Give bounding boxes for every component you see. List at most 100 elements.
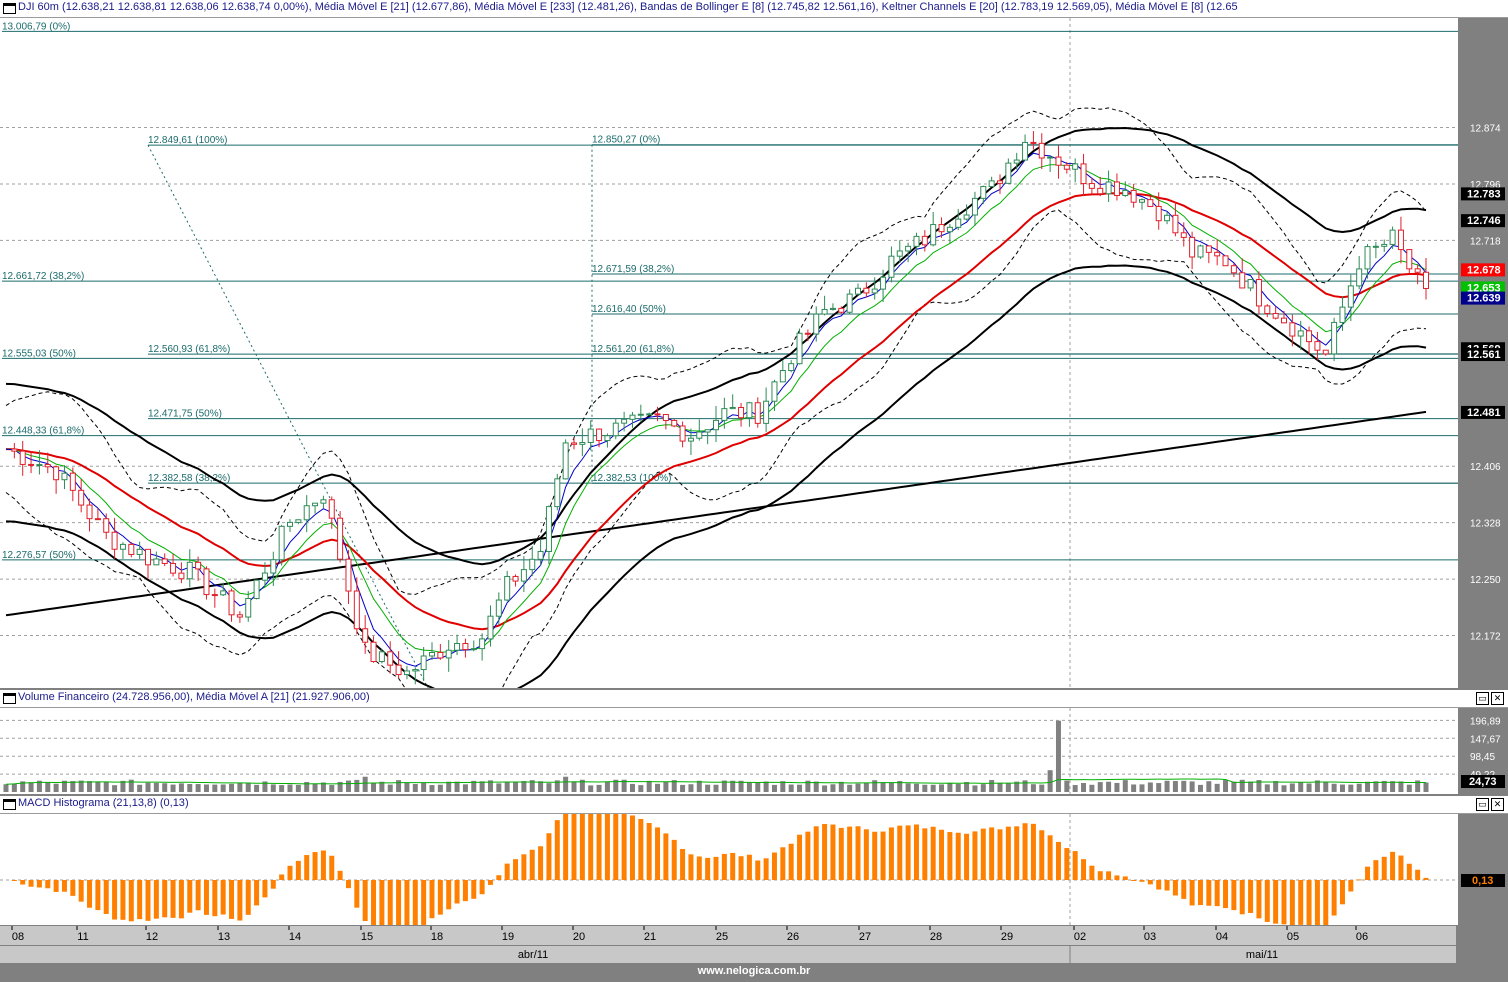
macd-value: 0,13: [163, 797, 185, 809]
macd-chart[interactable]: [0, 814, 1458, 925]
macd-bar: [621, 814, 627, 880]
volume-bar: [229, 783, 235, 792]
candle-body: [370, 641, 377, 662]
candle-body: [855, 287, 861, 295]
macd-bar: [245, 880, 251, 915]
restore-button[interactable]: ▭: [1476, 798, 1489, 811]
volume-bar: [1131, 784, 1137, 792]
volume-bar: [1097, 782, 1103, 792]
volume-bar: [162, 783, 168, 792]
candle-body: [1088, 183, 1095, 189]
macd-bar: [822, 824, 828, 880]
candle-body: [454, 643, 461, 651]
time-axis[interactable]: 08 11 12 13 14 15 18 19 20 21 25 26 27 28 29 02 03 04 05 06: [0, 926, 1456, 945]
macd-bar: [1323, 880, 1329, 925]
close-button[interactable]: ✕: [1491, 692, 1504, 705]
macd-bar: [763, 858, 769, 880]
macd-bar: [462, 880, 468, 902]
volume-bar: [1106, 781, 1112, 792]
window-icon: [3, 693, 16, 704]
macd-bar: [1055, 841, 1061, 880]
month-label: abr/11: [518, 949, 548, 961]
day-label: 15: [361, 931, 373, 943]
candle-body: [337, 517, 344, 560]
candle-body: [178, 572, 185, 580]
candle-body: [395, 664, 402, 676]
indicator-keltner-lower: 12.569,05: [1056, 1, 1106, 13]
volume-bar: [989, 779, 995, 792]
candle-body: [562, 442, 569, 480]
macd-bar: [1231, 880, 1237, 911]
volume-bar: [563, 776, 569, 792]
candle-body: [988, 180, 995, 188]
candle-body: [111, 531, 118, 550]
candle-body: [1038, 142, 1045, 159]
fibonacci-label: 12.671,59 (38,2%): [592, 264, 674, 275]
volume-bar: [1239, 779, 1245, 792]
macd-bar: [1039, 830, 1045, 880]
price-axis[interactable]: 12.874 12.796 12.718 12.406 12.328 12.250 12.1…: [1458, 18, 1508, 699]
price-panel-title: DJI 60m (12.638,21 12.638,81 12.638,06 1…: [18, 1, 1238, 13]
candle-body: [295, 519, 302, 523]
candle-body: [679, 425, 686, 442]
volume-bar: [1114, 782, 1120, 792]
volume-bar: [822, 785, 828, 792]
volume-title: Volume Financeiro: [18, 691, 110, 703]
macd-bar: [746, 854, 752, 880]
candle-body: [905, 245, 912, 252]
day-label: 19: [502, 931, 514, 943]
bollinger-lower-line: [5, 209, 1427, 688]
candle-body: [804, 332, 811, 335]
candle-body: [186, 561, 193, 580]
close-button[interactable]: ✕: [1491, 798, 1504, 811]
price-chart[interactable]: 13.006,79 (0%) 12.849,61 (100%) 12.850,27 …: [0, 18, 1458, 688]
volume-bar: [863, 782, 869, 792]
macd-bar: [446, 880, 452, 910]
volume-bar: [771, 784, 777, 792]
day-label: 20: [573, 931, 585, 943]
volume-bar: [1214, 783, 1220, 792]
candle-body: [462, 643, 469, 651]
candle-body: [1047, 156, 1054, 159]
volume-bar: [1147, 782, 1153, 792]
macd-bar: [387, 880, 393, 925]
volume-bar: [872, 780, 878, 792]
volume-bar: [1206, 781, 1212, 792]
volume-bar: [421, 782, 427, 792]
price-tick-label: 12.718: [1470, 236, 1501, 247]
indicator-bollinger-name: Bandas de Bollinger E [8]: [640, 1, 765, 13]
macd-bar: [471, 880, 477, 899]
macd-bar: [671, 839, 677, 880]
volume-bar: [1223, 780, 1229, 792]
macd-panel[interactable]: [0, 814, 1458, 925]
macd-bar: [780, 847, 786, 880]
macd-bar: [1097, 871, 1103, 880]
candle-body: [211, 594, 218, 597]
macd-bar: [45, 880, 51, 889]
volume-bar: [11, 783, 17, 792]
candle-body: [504, 575, 511, 601]
macd-bar: [1398, 855, 1404, 880]
candle-body: [403, 670, 410, 676]
volume-bar: [513, 782, 519, 792]
macd-bar: [1022, 823, 1028, 880]
day-label: 26: [787, 931, 799, 943]
volume-chart[interactable]: [0, 708, 1458, 794]
candle-body: [512, 575, 519, 582]
restore-button[interactable]: ▭: [1476, 692, 1489, 705]
macd-bar: [571, 814, 577, 880]
candle-body: [1272, 312, 1279, 319]
volume-bar: [437, 784, 443, 792]
volume-panel[interactable]: [0, 708, 1458, 794]
macd-bar: [61, 880, 67, 892]
candle-body: [1063, 164, 1070, 170]
macd-bar: [997, 829, 1003, 880]
price-tick-label: 12.328: [1470, 519, 1501, 530]
candle-body: [646, 413, 653, 416]
volume-bar: [329, 784, 335, 792]
volume-bar: [153, 782, 159, 792]
day-label: 29: [1001, 931, 1013, 943]
candle-body: [1072, 163, 1079, 170]
price-panel[interactable]: 13.006,79 (0%) 12.849,61 (100%) 12.850,27 …: [0, 18, 1458, 688]
candle-body: [896, 250, 903, 257]
